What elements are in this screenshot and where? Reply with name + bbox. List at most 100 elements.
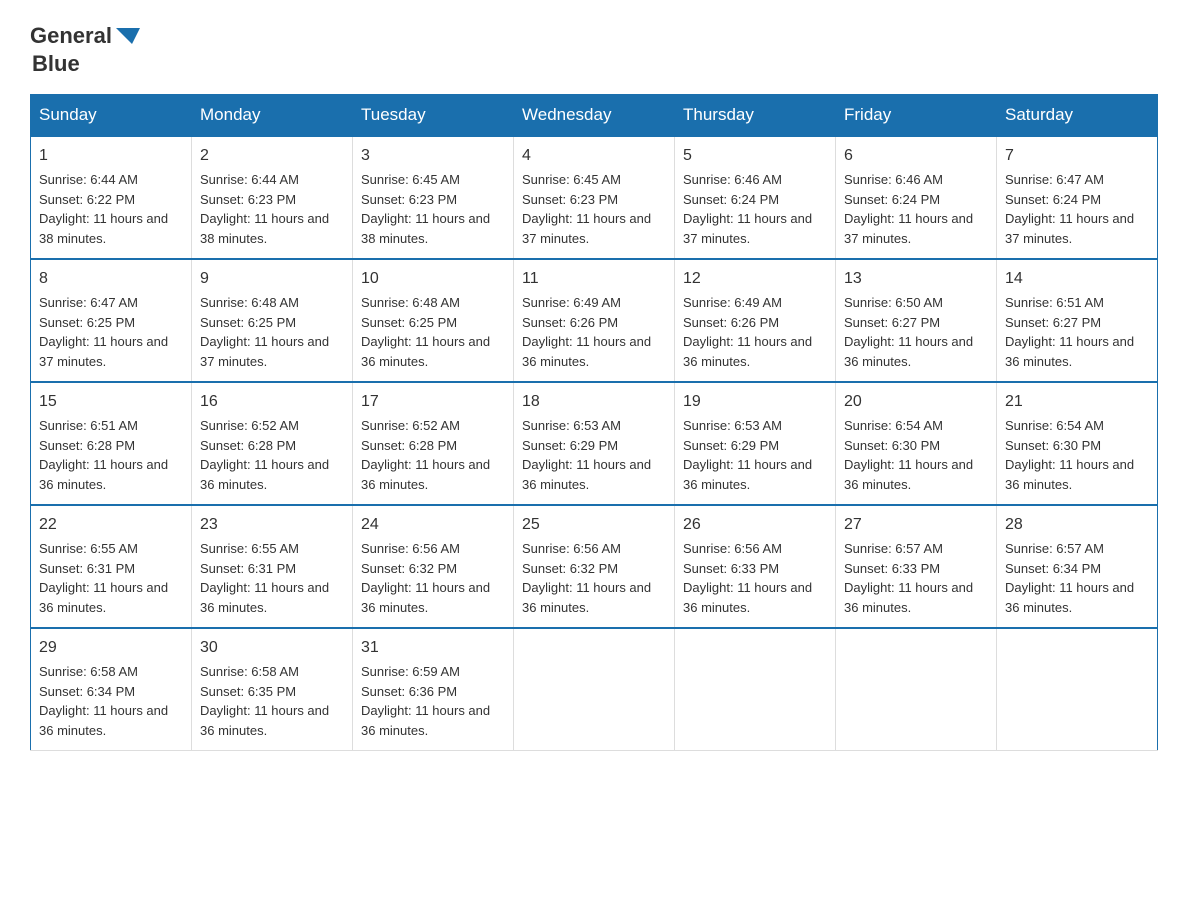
- daylight-text: Daylight: 11 hours and 38 minutes.: [361, 211, 490, 246]
- calendar-cell: 4Sunrise: 6:45 AMSunset: 6:23 PMDaylight…: [514, 136, 675, 259]
- daylight-text: Daylight: 11 hours and 36 minutes.: [200, 703, 329, 738]
- calendar-cell: 21Sunrise: 6:54 AMSunset: 6:30 PMDayligh…: [997, 382, 1158, 505]
- calendar-cell: 25Sunrise: 6:56 AMSunset: 6:32 PMDayligh…: [514, 505, 675, 628]
- calendar-week-row: 8 Sunrise: 6:47 AM Sunset: 6:25 PM Daylight…: [31, 259, 1158, 382]
- calendar-cell: 19Sunrise: 6:53 AMSunset: 6:29 PMDayligh…: [675, 382, 836, 505]
- sunset-text: Sunset: 6:27 PM: [844, 315, 940, 330]
- day-number: 25: [522, 513, 666, 537]
- calendar-cell: 20Sunrise: 6:54 AMSunset: 6:30 PMDayligh…: [836, 382, 997, 505]
- calendar-cell: 11Sunrise: 6:49 AMSunset: 6:26 PMDayligh…: [514, 259, 675, 382]
- sunset-text: Sunset: 6:30 PM: [844, 438, 940, 453]
- calendar-cell: [997, 628, 1158, 751]
- day-number: 30: [200, 636, 344, 660]
- sunrise-text: Sunrise: 6:51 AM: [1005, 295, 1104, 310]
- sunrise-text: Sunrise: 6:58 AM: [200, 664, 299, 679]
- sunrise-text: Sunrise: 6:52 AM: [361, 418, 460, 433]
- daylight-text: Daylight: 11 hours and 37 minutes.: [39, 334, 168, 369]
- logo: General Blue: [30, 20, 144, 76]
- calendar-cell: 17Sunrise: 6:52 AMSunset: 6:28 PMDayligh…: [353, 382, 514, 505]
- daylight-text: Daylight: 11 hours and 36 minutes.: [39, 580, 168, 615]
- sunrise-text: Sunrise: 6:49 AM: [522, 295, 621, 310]
- sunset-text: Sunset: 6:26 PM: [683, 315, 779, 330]
- daylight-text: Daylight: 11 hours and 37 minutes.: [844, 211, 973, 246]
- daylight-text: Daylight: 11 hours and 36 minutes.: [200, 580, 329, 615]
- calendar-week-row: 22 Sunrise: 6:55 AM Sunset: 6:31 PM Dayligh…: [31, 505, 1158, 628]
- day-number: 16: [200, 390, 344, 414]
- daylight-text: Daylight: 11 hours and 36 minutes.: [39, 457, 168, 492]
- weekday-header-thursday: Thursday: [675, 95, 836, 137]
- sunset-text: Sunset: 6:32 PM: [361, 561, 457, 576]
- calendar-cell: 5Sunrise: 6:46 AMSunset: 6:24 PMDaylight…: [675, 136, 836, 259]
- calendar-cell: 3Sunrise: 6:45 AMSunset: 6:23 PMDaylight…: [353, 136, 514, 259]
- day-number: 14: [1005, 267, 1149, 291]
- sunset-text: Sunset: 6:24 PM: [683, 192, 779, 207]
- day-number: 27: [844, 513, 988, 537]
- daylight-text: Daylight: 11 hours and 36 minutes.: [844, 457, 973, 492]
- daylight-text: Daylight: 11 hours and 37 minutes.: [522, 211, 651, 246]
- calendar-cell: 9Sunrise: 6:48 AMSunset: 6:25 PMDaylight…: [192, 259, 353, 382]
- sunrise-text: Sunrise: 6:51 AM: [39, 418, 138, 433]
- calendar-cell: 22Sunrise: 6:55 AMSunset: 6:31 PMDayligh…: [31, 505, 192, 628]
- sunrise-text: Sunrise: 6:55 AM: [200, 541, 299, 556]
- daylight-text: Daylight: 11 hours and 36 minutes.: [522, 334, 651, 369]
- sunrise-text: Sunrise: 6:45 AM: [522, 172, 621, 187]
- sunrise-text: Sunrise: 6:47 AM: [39, 295, 138, 310]
- day-number: 22: [39, 513, 183, 537]
- weekday-header-saturday: Saturday: [997, 95, 1158, 137]
- day-number: 7: [1005, 144, 1149, 168]
- day-number: 12: [683, 267, 827, 291]
- day-number: 11: [522, 267, 666, 291]
- daylight-text: Daylight: 11 hours and 36 minutes.: [844, 580, 973, 615]
- sunrise-text: Sunrise: 6:56 AM: [683, 541, 782, 556]
- sunrise-text: Sunrise: 6:48 AM: [361, 295, 460, 310]
- sunrise-text: Sunrise: 6:48 AM: [200, 295, 299, 310]
- sunset-text: Sunset: 6:33 PM: [683, 561, 779, 576]
- day-number: 8: [39, 267, 183, 291]
- calendar-cell: 31 Sunrise: 6:59 AM Sunset: 6:36 PM Dayligh…: [353, 628, 514, 751]
- weekday-header-monday: Monday: [192, 95, 353, 137]
- day-number: 28: [1005, 513, 1149, 537]
- calendar-cell: [675, 628, 836, 751]
- daylight-text: Daylight: 11 hours and 36 minutes.: [844, 334, 973, 369]
- calendar-cell: 23Sunrise: 6:55 AMSunset: 6:31 PMDayligh…: [192, 505, 353, 628]
- weekday-header-friday: Friday: [836, 95, 997, 137]
- day-number: 6: [844, 144, 988, 168]
- sunset-text: Sunset: 6:30 PM: [1005, 438, 1101, 453]
- calendar-cell: 24Sunrise: 6:56 AMSunset: 6:32 PMDayligh…: [353, 505, 514, 628]
- daylight-text: Daylight: 11 hours and 36 minutes.: [361, 457, 490, 492]
- daylight-text: Daylight: 11 hours and 38 minutes.: [39, 211, 168, 246]
- calendar-cell: 28Sunrise: 6:57 AMSunset: 6:34 PMDayligh…: [997, 505, 1158, 628]
- sunset-text: Sunset: 6:25 PM: [39, 315, 135, 330]
- weekday-header-tuesday: Tuesday: [353, 95, 514, 137]
- sunrise-text: Sunrise: 6:59 AM: [361, 664, 460, 679]
- daylight-text: Daylight: 11 hours and 36 minutes.: [522, 580, 651, 615]
- sunset-text: Sunset: 6:27 PM: [1005, 315, 1101, 330]
- sunrise-text: Sunrise: 6:57 AM: [1005, 541, 1104, 556]
- day-number: 19: [683, 390, 827, 414]
- sunrise-text: Sunrise: 6:53 AM: [683, 418, 782, 433]
- calendar-cell: 7Sunrise: 6:47 AMSunset: 6:24 PMDaylight…: [997, 136, 1158, 259]
- sunset-text: Sunset: 6:29 PM: [522, 438, 618, 453]
- sunrise-text: Sunrise: 6:44 AM: [39, 172, 138, 187]
- daylight-text: Daylight: 11 hours and 37 minutes.: [200, 334, 329, 369]
- day-number: 3: [361, 144, 505, 168]
- day-number: 15: [39, 390, 183, 414]
- day-number: 31: [361, 636, 505, 660]
- sunset-text: Sunset: 6:36 PM: [361, 684, 457, 699]
- day-number: 5: [683, 144, 827, 168]
- sunset-text: Sunset: 6:23 PM: [361, 192, 457, 207]
- sunrise-text: Sunrise: 6:53 AM: [522, 418, 621, 433]
- daylight-text: Daylight: 11 hours and 36 minutes.: [361, 334, 490, 369]
- logo-icon: [112, 20, 144, 52]
- page-header: General Blue: [30, 20, 1158, 76]
- daylight-text: Daylight: 11 hours and 36 minutes.: [361, 580, 490, 615]
- daylight-text: Daylight: 11 hours and 36 minutes.: [361, 703, 490, 738]
- day-number: 24: [361, 513, 505, 537]
- weekday-header-row: SundayMondayTuesdayWednesdayThursdayFrid…: [31, 95, 1158, 137]
- day-number: 21: [1005, 390, 1149, 414]
- sunset-text: Sunset: 6:34 PM: [39, 684, 135, 699]
- logo-blue: Blue: [32, 52, 80, 76]
- sunset-text: Sunset: 6:28 PM: [200, 438, 296, 453]
- sunset-text: Sunset: 6:31 PM: [39, 561, 135, 576]
- calendar-cell: 18Sunrise: 6:53 AMSunset: 6:29 PMDayligh…: [514, 382, 675, 505]
